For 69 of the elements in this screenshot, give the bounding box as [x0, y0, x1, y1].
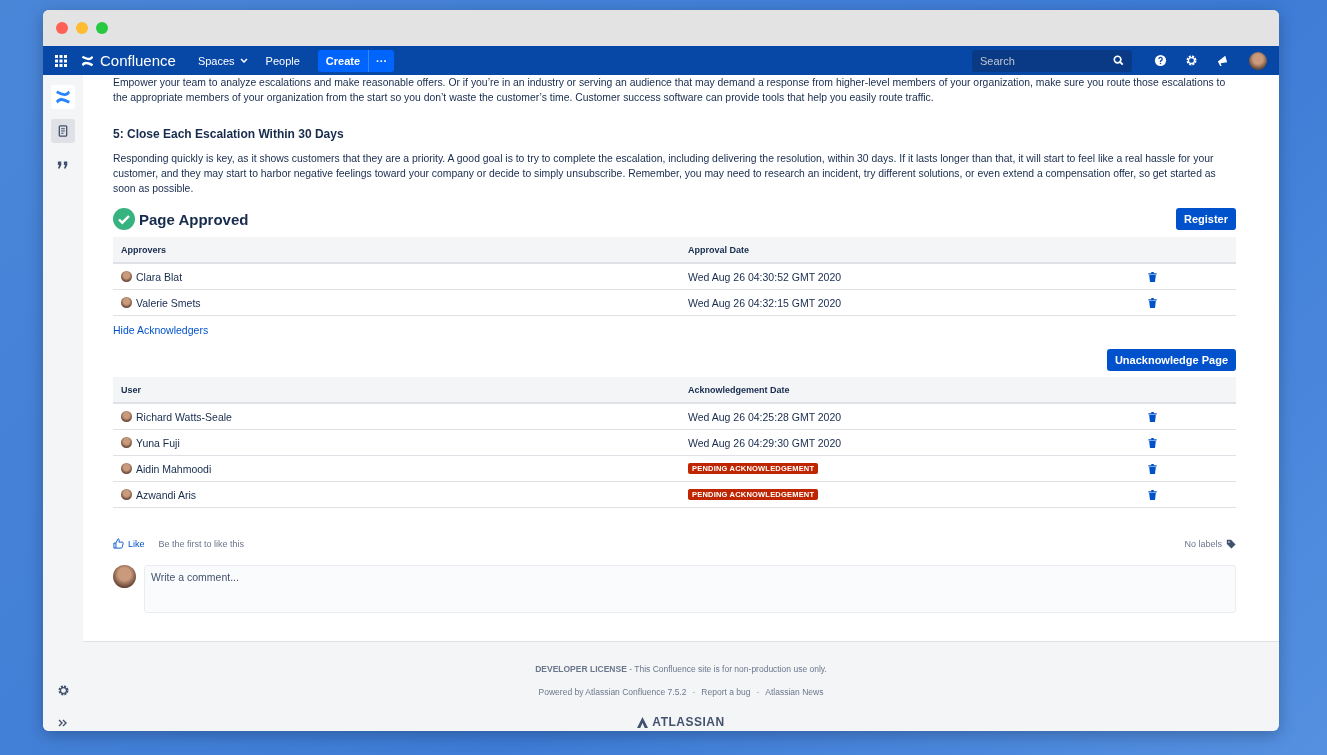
create-button[interactable]: Create [317, 49, 369, 72]
date-cell: Wed Aug 26 04:29:30 GMT 2020 [688, 436, 842, 449]
quote-icon [57, 159, 69, 171]
date-cell: Wed Aug 26 04:25:28 GMT 2020 [688, 410, 842, 423]
search-field[interactable]: Search [972, 49, 1132, 72]
settings-icon[interactable] [56, 684, 70, 697]
thumbs-up-icon[interactable] [113, 538, 124, 549]
date-cell: Wed Aug 26 04:30:52 GMT 2020 [688, 270, 842, 283]
separator-dot: · [756, 687, 760, 697]
separator-dot: · [692, 687, 696, 697]
delete-icon[interactable] [1148, 297, 1157, 308]
user-name[interactable]: Aidin Mahmoodi [136, 462, 212, 475]
avatar-photo-placeholder [121, 411, 132, 422]
logo-icon[interactable] [81, 54, 94, 67]
delete-icon[interactable] [1148, 489, 1157, 500]
user-name[interactable]: Yuna Fuji [136, 436, 180, 449]
avatar-photo-placeholder [121, 437, 132, 448]
section-heading: 5: Close Each Escalation Within 30 Days [113, 127, 345, 141]
help-icon[interactable] [1154, 54, 1167, 67]
user-name[interactable]: Clara Blat [136, 270, 183, 283]
like-link[interactable]: Like [128, 538, 145, 549]
delete-icon[interactable] [1148, 411, 1157, 422]
column-header: Acknowledgement Date [688, 384, 791, 395]
expand-icon[interactable] [58, 719, 68, 727]
like-summary: Be the first to like this [158, 538, 245, 549]
avatar-photo-placeholder [121, 297, 132, 308]
delete-icon[interactable] [1148, 437, 1157, 448]
license-notice: DEVELOPER LICENSE - This Confluence site is for non-production use only. [535, 664, 827, 674]
atlassian-logo-icon [637, 716, 649, 728]
footer-link[interactable]: Atlassian News [765, 687, 824, 697]
article-paragraph: Responding quickly is key, as it shows customers that they are a priority. A good goal is to try to complete the escalation, including delivering the resolution, within 30 days. If it lasts longer than that, it will start to feel like a real hassle for your customer, and they may start to harbor negative feelings toward your company or decide to simply unsubscribe. Remember, you may need to research an incident, try different solutions, or even extend a compensation offer, so get started as soon as possible. [113, 152, 1217, 196]
search-icon [1113, 55, 1124, 66]
settings-icon[interactable] [1185, 54, 1198, 67]
column-header: User [120, 384, 142, 395]
megaphone-icon[interactable] [1216, 54, 1229, 67]
nav-menu-item[interactable]: People [259, 50, 306, 71]
footer-link[interactable]: Report a bug [701, 687, 751, 697]
nav-menu-item[interactable]: Spaces [191, 50, 254, 71]
article-paragraph: Empower your team to analyze escalations and make reasonable offers. Or if you’re in an industry or serving an audience that may demand a response from higher-level members of your organization, make sure you route those escalations to the appropriate members of your organization from the start so you don’t waste the customer’s time. Customer success software can provide tools that help you easily route traffic. [113, 76, 1227, 105]
footer-link[interactable]: Powered by Atlassian Confluence 7.5.2 [538, 687, 687, 697]
hide-acknowledgers-link[interactable]: Hide Acknowledgers [113, 324, 209, 336]
user-name[interactable]: Azwandi Aris [136, 488, 197, 501]
avatar-photo-placeholder [121, 463, 132, 474]
product-name[interactable]: Confluence [100, 52, 176, 69]
user-name[interactable]: Richard Watts-Seale [136, 410, 232, 423]
avatar-photo-placeholder[interactable] [1249, 51, 1267, 70]
more-button[interactable]: ··· [368, 49, 395, 72]
register-button[interactable]: Register [1175, 208, 1236, 230]
page-icon [57, 125, 69, 137]
comment-field[interactable]: Write a comment... [144, 565, 1236, 613]
unacknowledge-page-button[interactable]: Unacknowledge Page [1106, 349, 1236, 371]
date-cell: Wed Aug 26 04:32:15 GMT 2020 [688, 296, 842, 309]
column-header: Approvers [120, 244, 167, 255]
app-switcher-icon[interactable] [55, 54, 67, 67]
delete-icon[interactable] [1148, 463, 1157, 474]
space-logo[interactable] [51, 85, 75, 109]
labels-text: No labels [1184, 538, 1222, 549]
user-name[interactable]: Valerie Smets [136, 296, 201, 309]
column-header: Approval Date [688, 244, 750, 255]
caret-icon [239, 58, 248, 63]
avatar-photo-placeholder [113, 565, 136, 588]
approval-status: Page Approved [139, 210, 249, 228]
brand-wordmark: ATLASSIAN [652, 715, 725, 729]
avatar-photo-placeholder [121, 271, 132, 282]
delete-icon[interactable] [1148, 271, 1157, 282]
tag-icon[interactable] [1226, 538, 1236, 549]
pages-button[interactable] [51, 119, 75, 143]
avatar-photo-placeholder [121, 489, 132, 500]
logo-icon [55, 90, 71, 104]
